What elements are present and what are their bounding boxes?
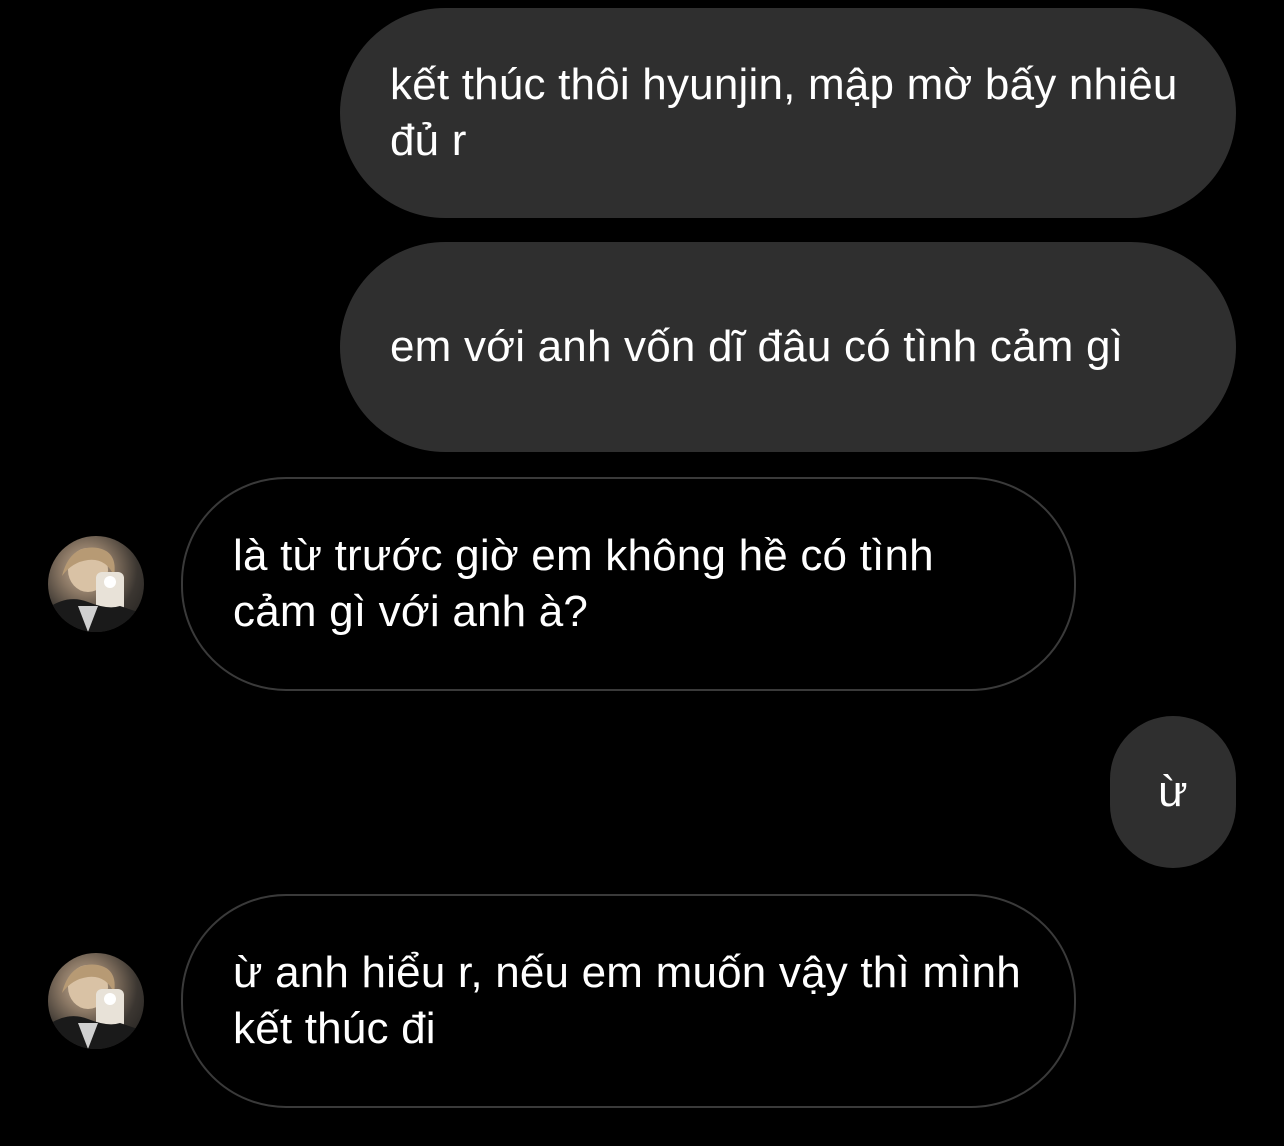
sent-message-bubble[interactable]: ừ bbox=[1110, 716, 1236, 868]
message-text: ừ anh hiểu r, nếu em muốn vậy thì mình k… bbox=[233, 948, 1021, 1053]
contact-avatar[interactable] bbox=[48, 953, 144, 1049]
sent-message-bubble[interactable]: em với anh vốn dĩ đâu có tình cảm gì bbox=[340, 242, 1236, 452]
received-message-bubble[interactable]: ừ anh hiểu r, nếu em muốn vậy thì mình k… bbox=[181, 894, 1076, 1108]
message-text: em với anh vốn dĩ đâu có tình cảm gì bbox=[390, 322, 1124, 371]
avatar-photo-icon bbox=[48, 964, 144, 1049]
sent-message-bubble[interactable]: kết thúc thôi hyunjin, mập mờ bấy nhiêu … bbox=[340, 8, 1236, 218]
message-text: ừ bbox=[1158, 767, 1188, 816]
message-text: là từ trước giờ em không hề có tình cảm … bbox=[233, 531, 934, 636]
received-message-bubble[interactable]: là từ trước giờ em không hề có tình cảm … bbox=[181, 477, 1076, 691]
message-thread[interactable]: kết thúc thôi hyunjin, mập mờ bấy nhiêu … bbox=[0, 0, 1284, 1146]
message-text: kết thúc thôi hyunjin, mập mờ bấy nhiêu … bbox=[390, 60, 1178, 165]
contact-avatar[interactable] bbox=[48, 536, 144, 632]
avatar-photo-icon bbox=[48, 547, 144, 632]
